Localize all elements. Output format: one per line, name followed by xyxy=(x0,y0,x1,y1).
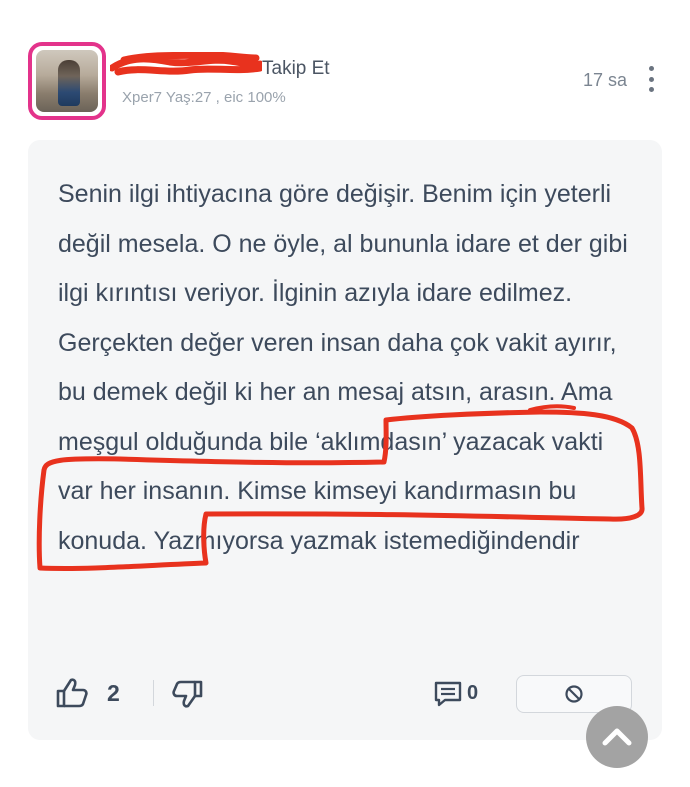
scroll-to-top-button[interactable] xyxy=(586,706,648,768)
timestamp: 17 sa xyxy=(583,70,628,90)
comment-text: Senin ilgi ihtiyacına göre değişir. Beni… xyxy=(58,180,628,555)
avatar[interactable] xyxy=(28,42,106,120)
redacted-username-scribble xyxy=(110,52,262,76)
avatar-figure xyxy=(58,60,80,106)
avatar-image xyxy=(36,50,98,112)
thumbs-up-icon[interactable] xyxy=(55,677,89,709)
user-meta: Xper7 Yaş:27 , eic 100% xyxy=(122,89,286,106)
thumbs-down-icon[interactable] xyxy=(172,679,204,709)
block-icon xyxy=(565,685,583,703)
chevron-up-icon xyxy=(602,728,632,746)
more-vertical-icon[interactable] xyxy=(646,66,656,92)
comment-icon[interactable] xyxy=(433,680,463,708)
follow-button[interactable]: Takip Et xyxy=(262,58,330,80)
